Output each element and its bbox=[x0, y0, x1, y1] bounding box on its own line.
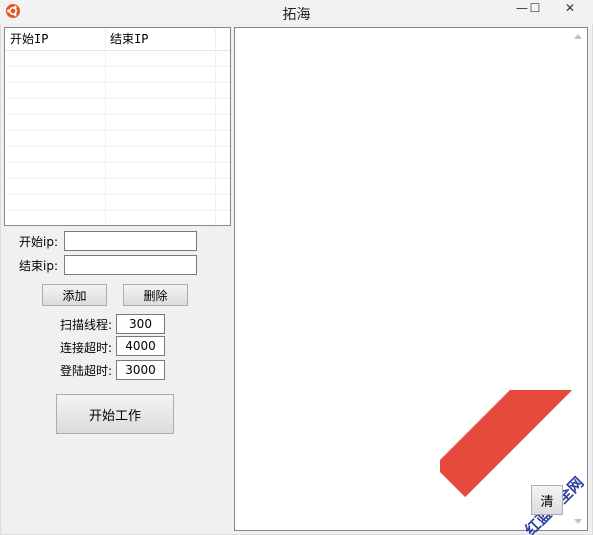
grid-line bbox=[5, 146, 230, 147]
connect-timeout-label: 连接超时: bbox=[60, 341, 113, 355]
grid-line bbox=[5, 82, 230, 83]
login-timeout-input[interactable] bbox=[116, 360, 165, 380]
end-ip-input[interactable] bbox=[64, 255, 197, 275]
watermark: www.cnhonker.com 红蓝安全网 bbox=[440, 390, 593, 535]
grid-line bbox=[5, 130, 230, 131]
login-timeout-label: 登陆超时: bbox=[60, 364, 113, 378]
grid-line bbox=[5, 162, 230, 163]
grid-line bbox=[5, 210, 230, 211]
end-ip-label: 结束ip: bbox=[19, 259, 58, 273]
threads-input[interactable] bbox=[116, 314, 165, 334]
grid-line bbox=[5, 194, 230, 195]
column-divider bbox=[105, 28, 106, 225]
title-bar: 拓海 — ☐ ✕ bbox=[0, 0, 593, 24]
scroll-up-icon[interactable] bbox=[574, 34, 582, 39]
column-divider bbox=[215, 28, 216, 225]
delete-button[interactable]: 删除 bbox=[123, 284, 188, 306]
list-header: 开始IP 结束IP bbox=[5, 28, 230, 51]
add-button[interactable]: 添加 bbox=[42, 284, 107, 306]
maximize-button[interactable]: ☐ bbox=[524, 0, 546, 18]
start-ip-label: 开始ip: bbox=[19, 235, 58, 249]
connect-timeout-input[interactable] bbox=[116, 336, 165, 356]
grid-line bbox=[5, 178, 230, 179]
ip-range-list[interactable]: 开始IP 结束IP bbox=[4, 27, 231, 226]
column-header-start-ip[interactable]: 开始IP bbox=[5, 28, 110, 50]
threads-label: 扫描线程: bbox=[60, 318, 113, 332]
grid-line bbox=[5, 114, 230, 115]
window-title: 拓海 bbox=[282, 7, 311, 23]
grid-line bbox=[5, 66, 230, 67]
grid-line bbox=[5, 98, 230, 99]
start-work-button[interactable]: 开始工作 bbox=[56, 394, 174, 434]
start-ip-input[interactable] bbox=[64, 231, 197, 251]
close-button[interactable]: ✕ bbox=[547, 0, 593, 18]
clear-button[interactable]: 清 bbox=[531, 485, 563, 515]
column-header-end-ip[interactable]: 结束IP bbox=[105, 28, 220, 50]
